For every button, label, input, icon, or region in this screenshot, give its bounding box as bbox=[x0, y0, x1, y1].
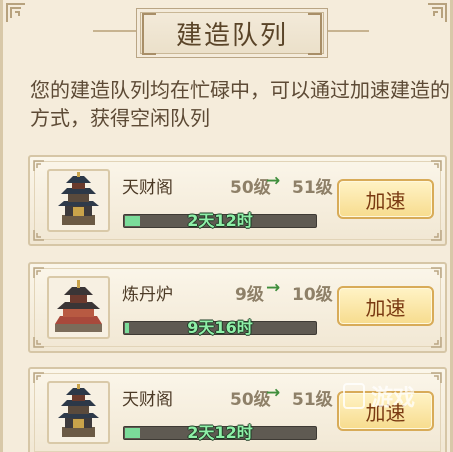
corner-ornament-icon bbox=[5, 2, 27, 24]
level-arrow-icon: → bbox=[266, 383, 281, 403]
title-plate: 建造队列 bbox=[136, 8, 328, 58]
building-name: 炼丹炉 bbox=[122, 285, 173, 305]
current-level: 9级 bbox=[235, 285, 264, 305]
level-arrow-icon: → bbox=[266, 278, 281, 298]
target-level: 10级 bbox=[292, 285, 333, 305]
build-queue-panel: 建造队列 您的建造队列均在忙碌中，可以通过加速建造的方式，获得空闲队列 天财阁 … bbox=[0, 0, 453, 452]
watermark-logo-icon bbox=[343, 383, 365, 409]
card-corner-icon bbox=[33, 336, 45, 348]
title-divider-left bbox=[93, 30, 136, 32]
alchemy-furnace-icon bbox=[47, 276, 110, 339]
tower-pagoda-icon bbox=[47, 381, 110, 444]
queue-item: 天财阁 50级 → 51级 2天12时 加速 bbox=[28, 155, 447, 246]
building-name: 天财阁 bbox=[122, 178, 173, 198]
level-arrow-icon: → bbox=[266, 171, 281, 191]
card-corner-icon bbox=[33, 372, 45, 384]
card-corner-icon bbox=[430, 336, 442, 348]
building-name: 天财阁 bbox=[122, 390, 173, 410]
build-progress-bar: 9天16时 bbox=[123, 318, 317, 337]
corner-ornament-icon bbox=[426, 2, 448, 24]
card-corner-icon bbox=[430, 229, 442, 241]
card-corner-icon bbox=[33, 267, 45, 279]
build-progress-bar: 2天12时 bbox=[123, 211, 317, 230]
card-corner-icon bbox=[430, 160, 442, 172]
title-divider-right bbox=[326, 30, 369, 32]
card-corner-icon bbox=[33, 229, 45, 241]
watermark: 游戏 bbox=[343, 376, 453, 416]
queue-item: 炼丹炉 9级 → 10级 9天16时 加速 bbox=[28, 262, 447, 353]
remaining-time: 9天16时 bbox=[187, 318, 253, 337]
speed-up-button[interactable]: 加速 bbox=[337, 179, 434, 219]
current-level: 50级 bbox=[230, 178, 271, 198]
queue-busy-description: 您的建造队列均在忙碌中，可以通过加速建造的方式，获得空闲队列 bbox=[30, 78, 450, 130]
title-bracket-left bbox=[142, 13, 156, 55]
current-level: 50级 bbox=[230, 390, 271, 410]
target-level: 51级 bbox=[292, 178, 333, 198]
remaining-time: 2天12时 bbox=[187, 423, 253, 442]
tower-pagoda-icon bbox=[47, 169, 110, 232]
build-progress-bar: 2天12时 bbox=[123, 423, 317, 442]
card-corner-icon bbox=[430, 267, 442, 279]
card-corner-icon bbox=[33, 160, 45, 172]
target-level: 51级 bbox=[292, 390, 333, 410]
remaining-time: 2天12时 bbox=[187, 211, 253, 230]
title-bracket-right bbox=[308, 13, 322, 55]
panel-title: 建造队列 bbox=[175, 20, 288, 51]
watermark-text: 游戏 bbox=[371, 386, 416, 411]
speed-up-button[interactable]: 加速 bbox=[337, 286, 434, 326]
